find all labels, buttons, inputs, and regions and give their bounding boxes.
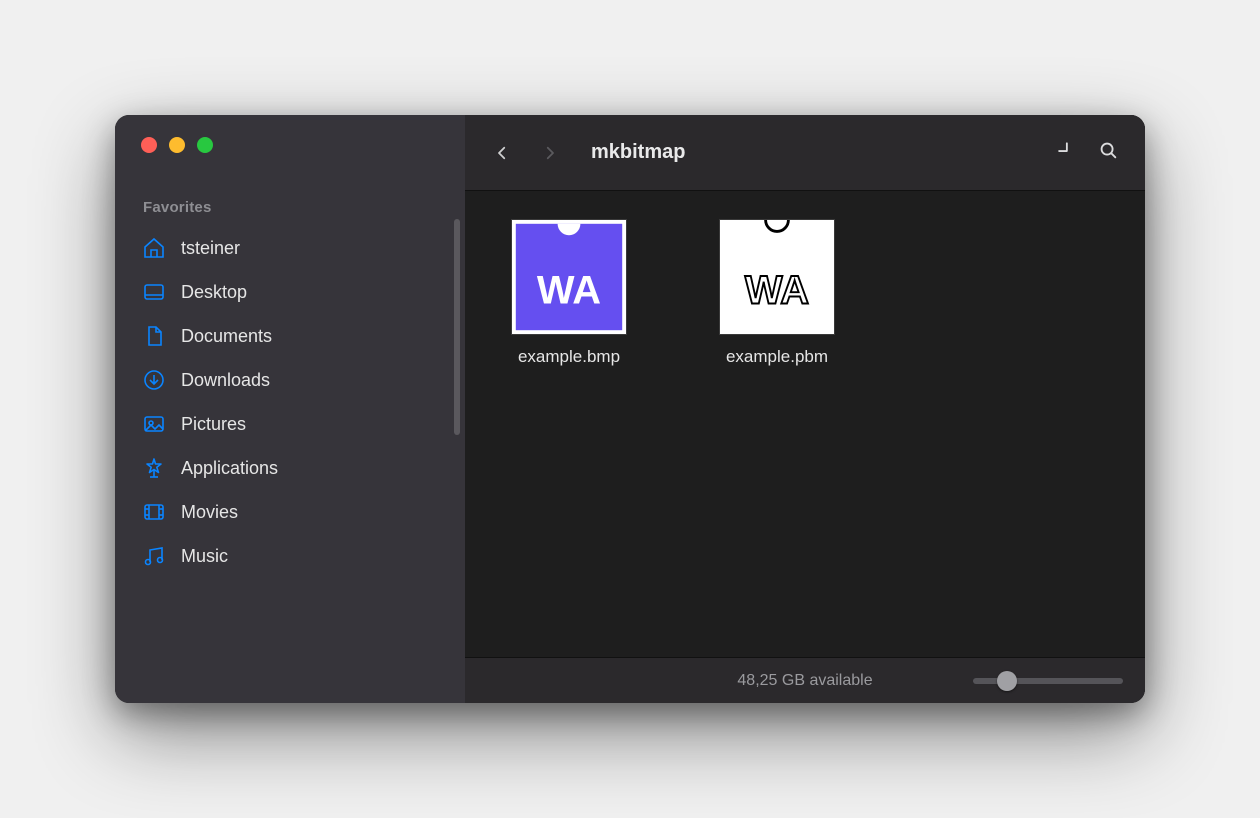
file-grid[interactable]: WA example.bmp WA example.pbm [465,191,1145,657]
pictures-icon [141,411,167,437]
finder-window: Favorites tsteiner Desktop Documents [115,115,1145,703]
home-icon [141,235,167,261]
toolbar: mkbitmap [465,115,1145,191]
desktop-icon [141,279,167,305]
applications-icon [141,455,167,481]
toolbar-right [1053,139,1119,166]
download-icon [141,367,167,393]
window-controls [115,115,465,191]
sidebar-scrollbar-thumb[interactable] [454,219,460,435]
svg-text:WA: WA [745,269,809,313]
back-button[interactable] [483,134,521,172]
svg-text:WA: WA [537,269,601,313]
document-icon [141,323,167,349]
icon-size-slider[interactable] [973,678,1123,684]
sidebar: Favorites tsteiner Desktop Documents [115,115,465,703]
zoom-button[interactable] [197,137,213,153]
main-area: mkbitmap WA exam [465,115,1145,703]
slider-thumb[interactable] [997,671,1017,691]
sidebar-item-label: tsteiner [181,238,240,259]
file-item[interactable]: WA example.pbm [697,219,857,367]
search-button[interactable] [1097,139,1119,166]
sidebar-item-label: Pictures [181,414,246,435]
forward-button[interactable] [531,134,569,172]
folder-title: mkbitmap [591,141,685,164]
file-name-label: example.pbm [726,347,828,367]
sidebar-item-label: Music [181,546,228,567]
minimize-button[interactable] [169,137,185,153]
sidebar-section-favorites: Favorites [115,191,465,220]
statusbar-text: 48,25 GB available [737,672,872,690]
file-item[interactable]: WA example.bmp [489,219,649,367]
sidebar-list: tsteiner Desktop Documents Downloads [115,220,465,703]
music-icon [141,543,167,569]
file-name-label: example.bmp [518,347,620,367]
sidebar-item-label: Documents [181,326,272,347]
sidebar-item-pictures[interactable]: Pictures [129,402,451,446]
sidebar-item-downloads[interactable]: Downloads [129,358,451,402]
sidebar-item-label: Applications [181,458,278,479]
sidebar-item-label: Movies [181,502,238,523]
file-thumbnail: WA [511,219,627,335]
sidebar-item-music[interactable]: Music [129,534,451,578]
file-thumbnail: WA [719,219,835,335]
statusbar: 48,25 GB available [465,657,1145,703]
sidebar-item-movies[interactable]: Movies [129,490,451,534]
sidebar-item-applications[interactable]: Applications [129,446,451,490]
sidebar-item-desktop[interactable]: Desktop [129,270,451,314]
more-toolbar-button[interactable] [1053,139,1075,166]
sidebar-item-home[interactable]: tsteiner [129,226,451,270]
movies-icon [141,499,167,525]
sidebar-item-label: Desktop [181,282,247,303]
close-button[interactable] [141,137,157,153]
sidebar-item-documents[interactable]: Documents [129,314,451,358]
sidebar-item-label: Downloads [181,370,270,391]
